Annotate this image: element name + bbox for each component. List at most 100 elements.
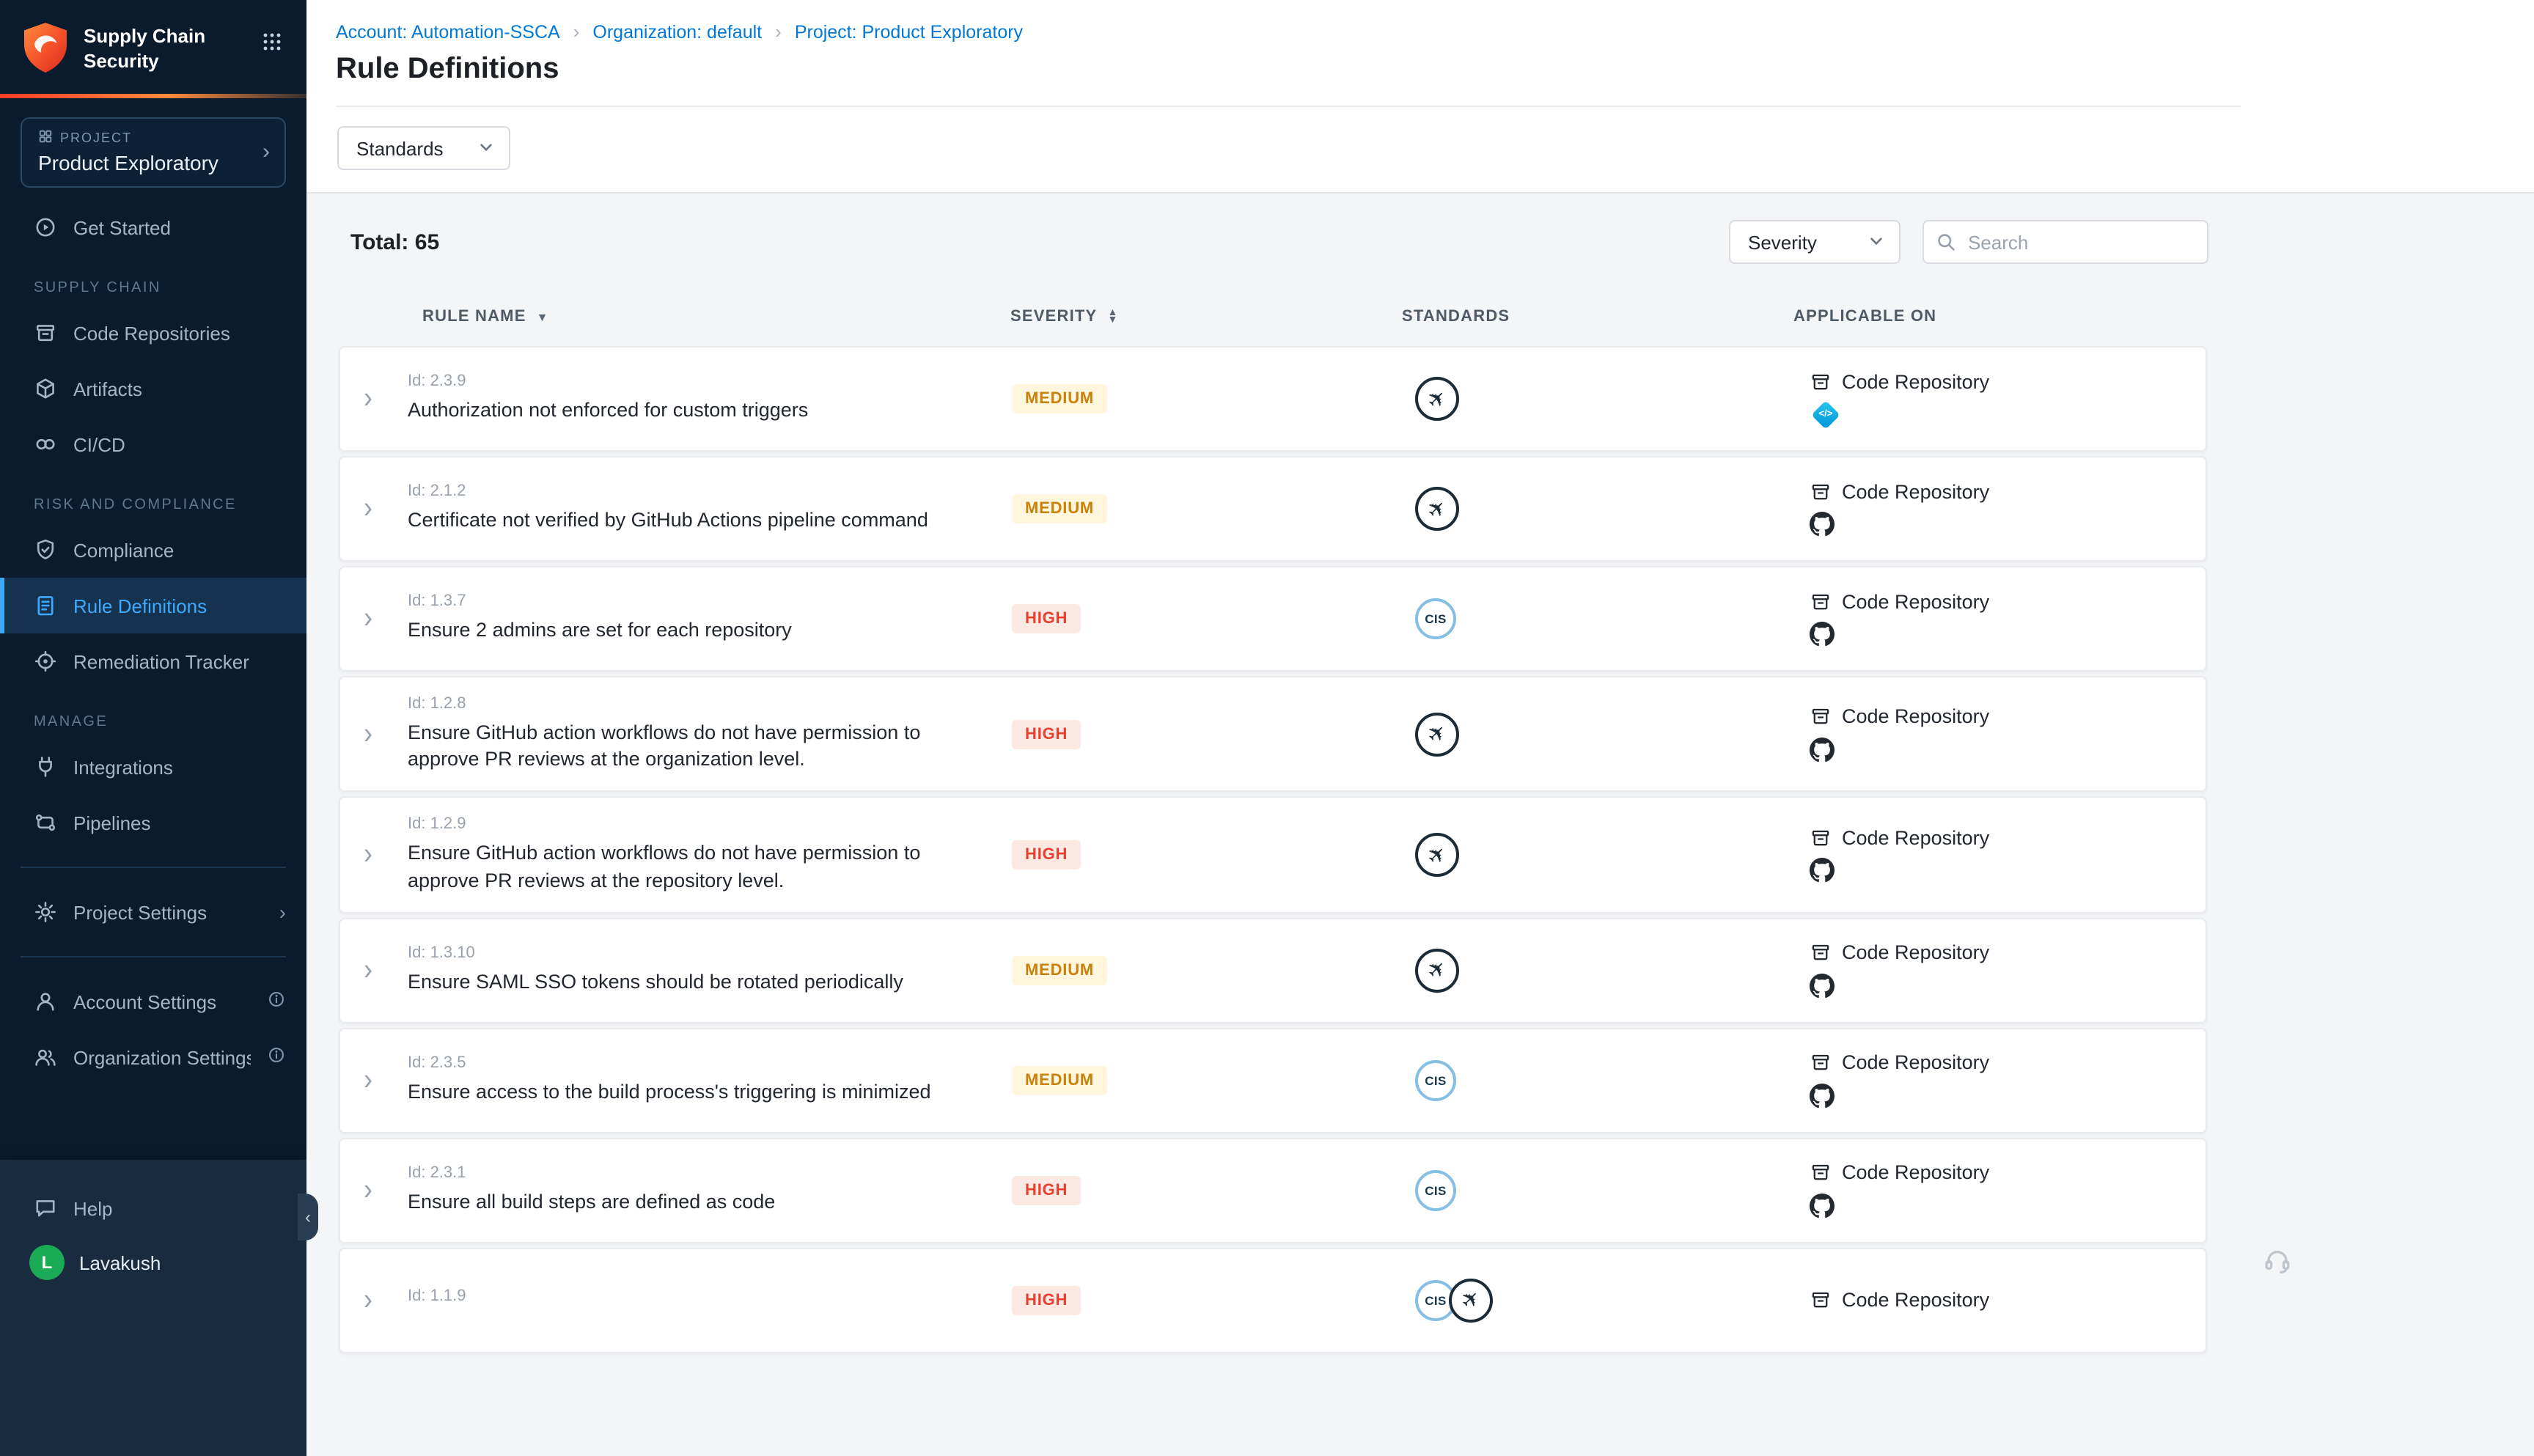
sidebar-divider (21, 956, 286, 957)
sidebar-item-integrations[interactable]: Integrations (0, 739, 306, 795)
severity-badge: HIGH (1012, 719, 1081, 749)
search-box (1922, 220, 2208, 264)
search-input[interactable] (1922, 220, 2208, 264)
severity-badge: MEDIUM (1012, 1066, 1107, 1095)
sidebar-item-label: Get Started (73, 216, 286, 238)
applicable-on-text: Code Repository (1842, 826, 1989, 848)
total-count: Total: 65 (350, 229, 439, 254)
github-icon (1810, 1084, 1835, 1108)
sidebar-item-cicd[interactable]: CI/CD (0, 416, 306, 472)
sidebar-item-project-settings[interactable]: Project Settings › (0, 884, 306, 940)
sidebar-item-label: Rule Definitions (73, 595, 286, 617)
sidebar-item-label: Remediation Tracker (73, 650, 286, 672)
cis-standard-icon: CIS (1415, 1060, 1456, 1101)
info-icon[interactable] (267, 1045, 286, 1069)
repository-icon (1810, 705, 1832, 727)
sidebar-item-pipelines[interactable]: Pipelines (0, 795, 306, 850)
rules-table: › Id: 2.3.9 Authorization not enforced f… (339, 346, 2207, 1353)
rule-id: Id: 1.2.8 (408, 695, 1012, 713)
column-header-severity[interactable]: SEVERITY ▲▼ (1010, 308, 1402, 326)
app-window: Supply Chain Security (0, 0, 2534, 1456)
row-expand-icon[interactable]: › (364, 382, 372, 412)
project-selector[interactable]: PROJECT Product Exploratory › (21, 117, 286, 188)
severity-badge: HIGH (1012, 1176, 1081, 1205)
row-expand-icon[interactable]: › (364, 492, 372, 522)
breadcrumb-project-link[interactable]: Project: Product Exploratory (795, 21, 1023, 42)
breadcrumb-separator-icon: › (573, 21, 580, 43)
table-row[interactable]: › Id: 1.3.7 Ensure 2 admins are set for … (339, 566, 2207, 672)
chevron-right-icon: › (262, 141, 270, 163)
sidebar-item-organization-settings[interactable]: Organization Settings (0, 1029, 306, 1085)
sidebar-item-label: Pipelines (73, 812, 286, 834)
chat-bubble-icon (34, 1196, 57, 1220)
cis-standard-icon: CIS (1415, 1170, 1456, 1211)
module-switcher-grid-icon[interactable] (261, 31, 283, 57)
sidebar-item-get-started[interactable]: Get Started (0, 199, 306, 255)
table-row[interactable]: › Id: 2.3.1 Ensure all build steps are d… (339, 1138, 2207, 1243)
table-row[interactable]: › Id: 2.3.9 Authorization not enforced f… (339, 346, 2207, 452)
github-icon (1810, 622, 1835, 647)
severity-badge: HIGH (1012, 604, 1081, 633)
sidebar-item-account-settings[interactable]: Account Settings (0, 974, 306, 1029)
links-icon (34, 433, 57, 456)
table-row[interactable]: › Id: 2.1.2 Certificate not verified by … (339, 456, 2207, 562)
table-row[interactable]: › Id: 1.1.9 HIGH CIS ✈ (339, 1248, 2207, 1353)
breadcrumb-account-link[interactable]: Account: Automation-SSCA (336, 21, 560, 42)
plug-icon (34, 755, 57, 779)
cube-icon (34, 377, 57, 400)
severity-badge: MEDIUM (1012, 956, 1107, 985)
search-icon (1936, 232, 1956, 260)
filter-row: Standards (306, 107, 2534, 170)
sidebar-item-label: Project Settings (73, 901, 263, 923)
severity-filter-dropdown[interactable]: Severity (1729, 220, 1900, 264)
sidebar-item-label: Integrations (73, 756, 286, 778)
repository-icon (1810, 590, 1832, 612)
sidebar-header: Supply Chain Security (0, 0, 306, 194)
row-expand-icon[interactable]: › (364, 718, 372, 748)
severity-badge: HIGH (1012, 1286, 1081, 1315)
row-expand-icon[interactable]: › (364, 1284, 372, 1314)
gear-icon (34, 900, 57, 924)
standards-filter-label: Standards (356, 137, 444, 159)
table-row[interactable]: › Id: 1.3.10 Ensure SAML SSO tokens shou… (339, 918, 2207, 1023)
brand-accent-line (0, 94, 306, 98)
row-expand-icon[interactable]: › (364, 954, 372, 984)
standards-filter-dropdown[interactable]: Standards (337, 126, 510, 170)
row-expand-icon[interactable]: › (364, 1174, 372, 1204)
users-icon (34, 1045, 57, 1069)
sidebar-item-code-repositories[interactable]: Code Repositories (0, 305, 306, 361)
user-menu[interactable]: L Lavakush (0, 1236, 306, 1280)
info-icon[interactable] (267, 990, 286, 1013)
sidebar-nav: Get Started SUPPLY CHAIN Code Repositori… (0, 194, 306, 1085)
github-icon (1810, 858, 1835, 883)
sidebar-item-artifacts[interactable]: Artifacts (0, 361, 306, 416)
sidebar-item-help[interactable]: Help (0, 1180, 306, 1236)
rule-name: Ensure all build steps are defined as co… (408, 1190, 983, 1216)
sidebar-footer: Help L Lavakush (0, 1160, 306, 1456)
chevron-down-icon (478, 137, 494, 159)
chevron-down-icon (1868, 231, 1884, 253)
column-header-rule-name[interactable]: RULE NAME ▼ (406, 308, 1010, 326)
sidebar-item-label: Artifacts (73, 378, 286, 400)
applicable-on-text: Code Repository (1842, 1162, 1989, 1184)
breadcrumb-organization-link[interactable]: Organization: default (592, 21, 762, 42)
sidebar-item-compliance[interactable]: Compliance (0, 522, 306, 578)
nav-section-supply-chain: SUPPLY CHAIN (0, 255, 306, 305)
row-expand-icon[interactable]: › (364, 839, 372, 869)
rule-name: Certificate not verified by GitHub Actio… (408, 508, 983, 534)
sidebar-collapse-handle[interactable]: ‹ (298, 1194, 318, 1240)
sidebar-item-remediation-tracker[interactable]: Remediation Tracker (0, 633, 306, 689)
sidebar-item-rule-definitions[interactable]: Rule Definitions (0, 578, 306, 633)
table-row[interactable]: › Id: 2.3.5 Ensure access to the build p… (339, 1028, 2207, 1133)
row-expand-icon[interactable]: › (364, 1064, 372, 1094)
table-row[interactable]: › Id: 1.2.8 Ensure GitHub action workflo… (339, 676, 2207, 793)
support-icon[interactable] (2263, 1246, 2292, 1283)
table-row[interactable]: › Id: 1.2.9 Ensure GitHub action workflo… (339, 797, 2207, 913)
applicable-on-text: Code Repository (1842, 480, 1989, 502)
sort-updown-icon: ▲▼ (1107, 309, 1118, 324)
rule-name: Ensure access to the build process's tri… (408, 1080, 983, 1106)
repository-icon (1810, 370, 1832, 392)
row-expand-icon[interactable]: › (364, 602, 372, 632)
sidebar-divider (21, 867, 286, 868)
applicable-on-text: Code Repository (1842, 1052, 1989, 1074)
